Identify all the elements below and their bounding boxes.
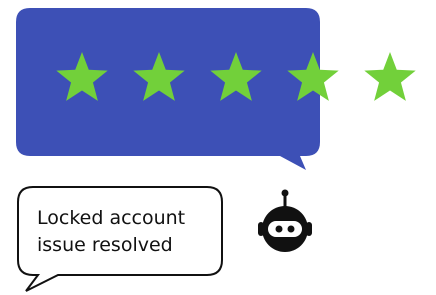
robot-face-visor — [268, 221, 302, 237]
message-line-2: issue resolved — [37, 234, 173, 256]
robot-eye-right — [287, 225, 295, 233]
message-line-1: Locked account — [37, 207, 186, 229]
robot-ear-right — [306, 222, 312, 236]
robot-antenna-tip — [281, 189, 289, 197]
robot-icon — [258, 189, 312, 252]
star-icon — [364, 52, 416, 101]
message-text: Locked account issue resolved — [37, 205, 217, 259]
robot-eye-left — [275, 225, 283, 233]
robot-ear-left — [258, 222, 264, 236]
